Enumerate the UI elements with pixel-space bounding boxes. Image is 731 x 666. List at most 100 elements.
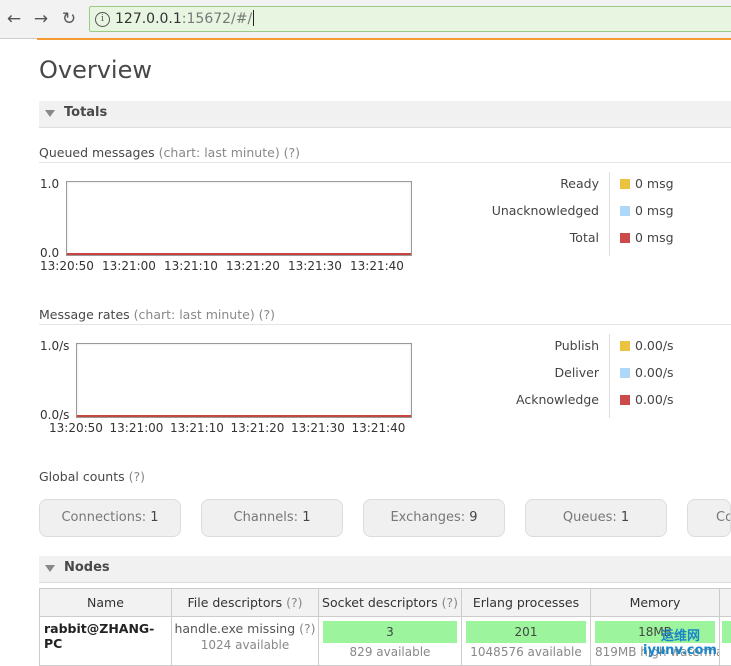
col-header-name: Name <box>40 589 172 617</box>
erlang-usage-bar: 201 <box>466 621 586 643</box>
file-desc-status: handle.exe missing <box>174 621 295 636</box>
y-axis-top-label: 1.0/s <box>40 339 69 353</box>
queued-x-tick: 13:21:20 <box>226 259 280 273</box>
queued-x-tick: 13:21:30 <box>288 259 342 273</box>
legend-divider <box>609 172 610 256</box>
col-header-clipped <box>720 589 731 617</box>
global-count-button[interactable]: Exchanges: 9 <box>363 499 505 537</box>
clipped-cell <box>720 617 731 666</box>
message-rates-hint[interactable]: (chart: last minute) (?) <box>134 307 275 322</box>
rates-legend-value: 0.00/s <box>635 338 674 353</box>
queued-legend-value: 0 msg <box>635 176 674 191</box>
clipped-bar <box>722 621 731 643</box>
address-bar-url: 127.0.0.1:15672/#/ <box>115 10 254 27</box>
queued-x-tick: 13:21:10 <box>164 259 218 273</box>
file-desc-row-help[interactable]: (?) <box>299 621 315 636</box>
browser-toolbar: ← → ↻ i 127.0.0.1:15672/#/ <box>0 0 731 39</box>
rates-x-tick: 13:20:50 <box>49 421 103 435</box>
nodes-section-header[interactable]: Nodes <box>39 556 731 583</box>
rates-legend-swatch <box>620 368 630 378</box>
global-counts-hint[interactable]: (?) <box>129 469 145 484</box>
global-count-button[interactable]: Connections: 1 <box>39 499 181 537</box>
totals-section-header[interactable]: Totals <box>39 101 731 128</box>
queued-x-tick: 13:21:40 <box>350 259 404 273</box>
queued-x-tick: 13:20:50 <box>40 259 94 273</box>
node-name-link[interactable]: rabbit@ZHANG-PC <box>44 621 171 651</box>
rates-legend-value: 0.00/s <box>635 365 674 380</box>
reload-icon[interactable]: ↻ <box>57 7 81 31</box>
totals-section-label: Totals <box>64 105 107 120</box>
queued-messages-heading: Queued messages (chart: last minute) (?) <box>39 145 300 160</box>
rates-legend-value: 0.00/s <box>635 392 674 407</box>
global-count-button[interactable]: Queues: 1 <box>525 499 667 537</box>
socket-usage-bar: 3 <box>323 621 457 643</box>
file-desc-available: 1024 available <box>172 638 318 652</box>
info-icon[interactable]: i <box>95 12 110 27</box>
nodes-section-label: Nodes <box>64 560 110 575</box>
rates-legend-swatch <box>620 341 630 351</box>
message-rates-chart <box>76 343 412 418</box>
queued-legend-label: Total <box>439 230 599 245</box>
nodes-table: Name File descriptors (?) Socket descrip… <box>39 588 731 666</box>
y-axis-bottom-label: 0.0 <box>40 246 59 260</box>
socket-desc-help[interactable]: (?) <box>442 595 458 610</box>
queued-legend-swatch <box>620 179 630 189</box>
queued-legend-swatch <box>620 233 630 243</box>
total-series-line <box>67 253 411 255</box>
col-header-memory: Memory <box>591 589 720 617</box>
rates-legend-label: Deliver <box>439 365 599 380</box>
y-axis-top-label: 1.0 <box>40 177 59 191</box>
erlang-processes-cell: 201 1048576 available <box>462 617 591 666</box>
file-desc-help[interactable]: (?) <box>286 595 302 610</box>
queued-messages-hint[interactable]: (chart: last minute) (?) <box>159 145 300 160</box>
rates-x-tick: 13:21:40 <box>352 421 406 435</box>
col-header-socket-descriptors: Socket descriptors (?) <box>319 589 462 617</box>
global-counts-title: Global counts <box>39 469 125 484</box>
url-path: :15672/#/ <box>182 11 252 27</box>
memory-cell: 18MB 819MB high watermark 运维网 iyunv.com <box>591 617 720 666</box>
queued-legend-value: 0 msg <box>635 203 674 218</box>
address-bar[interactable]: i 127.0.0.1:15672/#/ <box>89 6 731 32</box>
queued-x-tick: 13:21:00 <box>102 259 156 273</box>
global-counts-heading: Global counts (?) <box>39 469 145 484</box>
text-caret <box>253 10 254 26</box>
socket-descriptors-cell: 3 829 available <box>319 617 462 666</box>
collapse-triangle-icon <box>45 565 55 572</box>
global-count-button[interactable]: Channels: 1 <box>201 499 343 537</box>
node-name-cell[interactable]: rabbit@ZHANG-PC <box>40 617 172 666</box>
queued-messages-chart <box>66 181 412 256</box>
file-descriptors-cell: handle.exe missing (?) 1024 available <box>172 617 319 666</box>
queued-legend-label: Ready <box>439 176 599 191</box>
col-header-file-descriptors: File descriptors (?) <box>172 589 319 617</box>
rates-x-tick: 13:21:00 <box>110 421 164 435</box>
queued-legend-swatch <box>620 206 630 216</box>
rates-legend-label: Publish <box>439 338 599 353</box>
queued-messages-title: Queued messages <box>39 145 155 160</box>
message-rates-heading: Message rates (chart: last minute) (?) <box>39 307 275 322</box>
rates-legend-label: Acknowledge <box>439 392 599 407</box>
rates-x-tick: 13:21:30 <box>291 421 345 435</box>
back-arrow-icon[interactable]: ← <box>2 7 26 31</box>
page-title: Overview <box>39 56 152 84</box>
erlang-available: 1048576 available <box>462 645 590 659</box>
socket-available: 829 available <box>319 645 461 659</box>
forward-arrow-icon[interactable]: → <box>29 7 53 31</box>
legend-divider <box>609 334 610 418</box>
acknowledge-series-line <box>77 415 411 417</box>
divider <box>39 324 731 325</box>
queued-legend-value: 0 msg <box>635 230 674 245</box>
rates-legend-swatch <box>620 395 630 405</box>
col-header-erlang-processes: Erlang processes <box>462 589 591 617</box>
rates-x-tick: 13:21:20 <box>231 421 285 435</box>
url-host: 127.0.0.1 <box>115 11 182 27</box>
global-count-button[interactable]: Co <box>687 499 731 537</box>
table-header-row: Name File descriptors (?) Socket descrip… <box>40 589 731 617</box>
y-axis-bottom-label: 0.0/s <box>40 408 69 422</box>
watermark-text: 运维网 <box>661 625 700 644</box>
message-rates-title: Message rates <box>39 307 130 322</box>
rates-x-tick: 13:21:10 <box>170 421 224 435</box>
divider <box>39 162 731 163</box>
table-row: rabbit@ZHANG-PC handle.exe missing (?) 1… <box>40 617 731 666</box>
watermark-site: iyunv.com <box>643 643 717 658</box>
header-accent-line <box>37 38 731 40</box>
